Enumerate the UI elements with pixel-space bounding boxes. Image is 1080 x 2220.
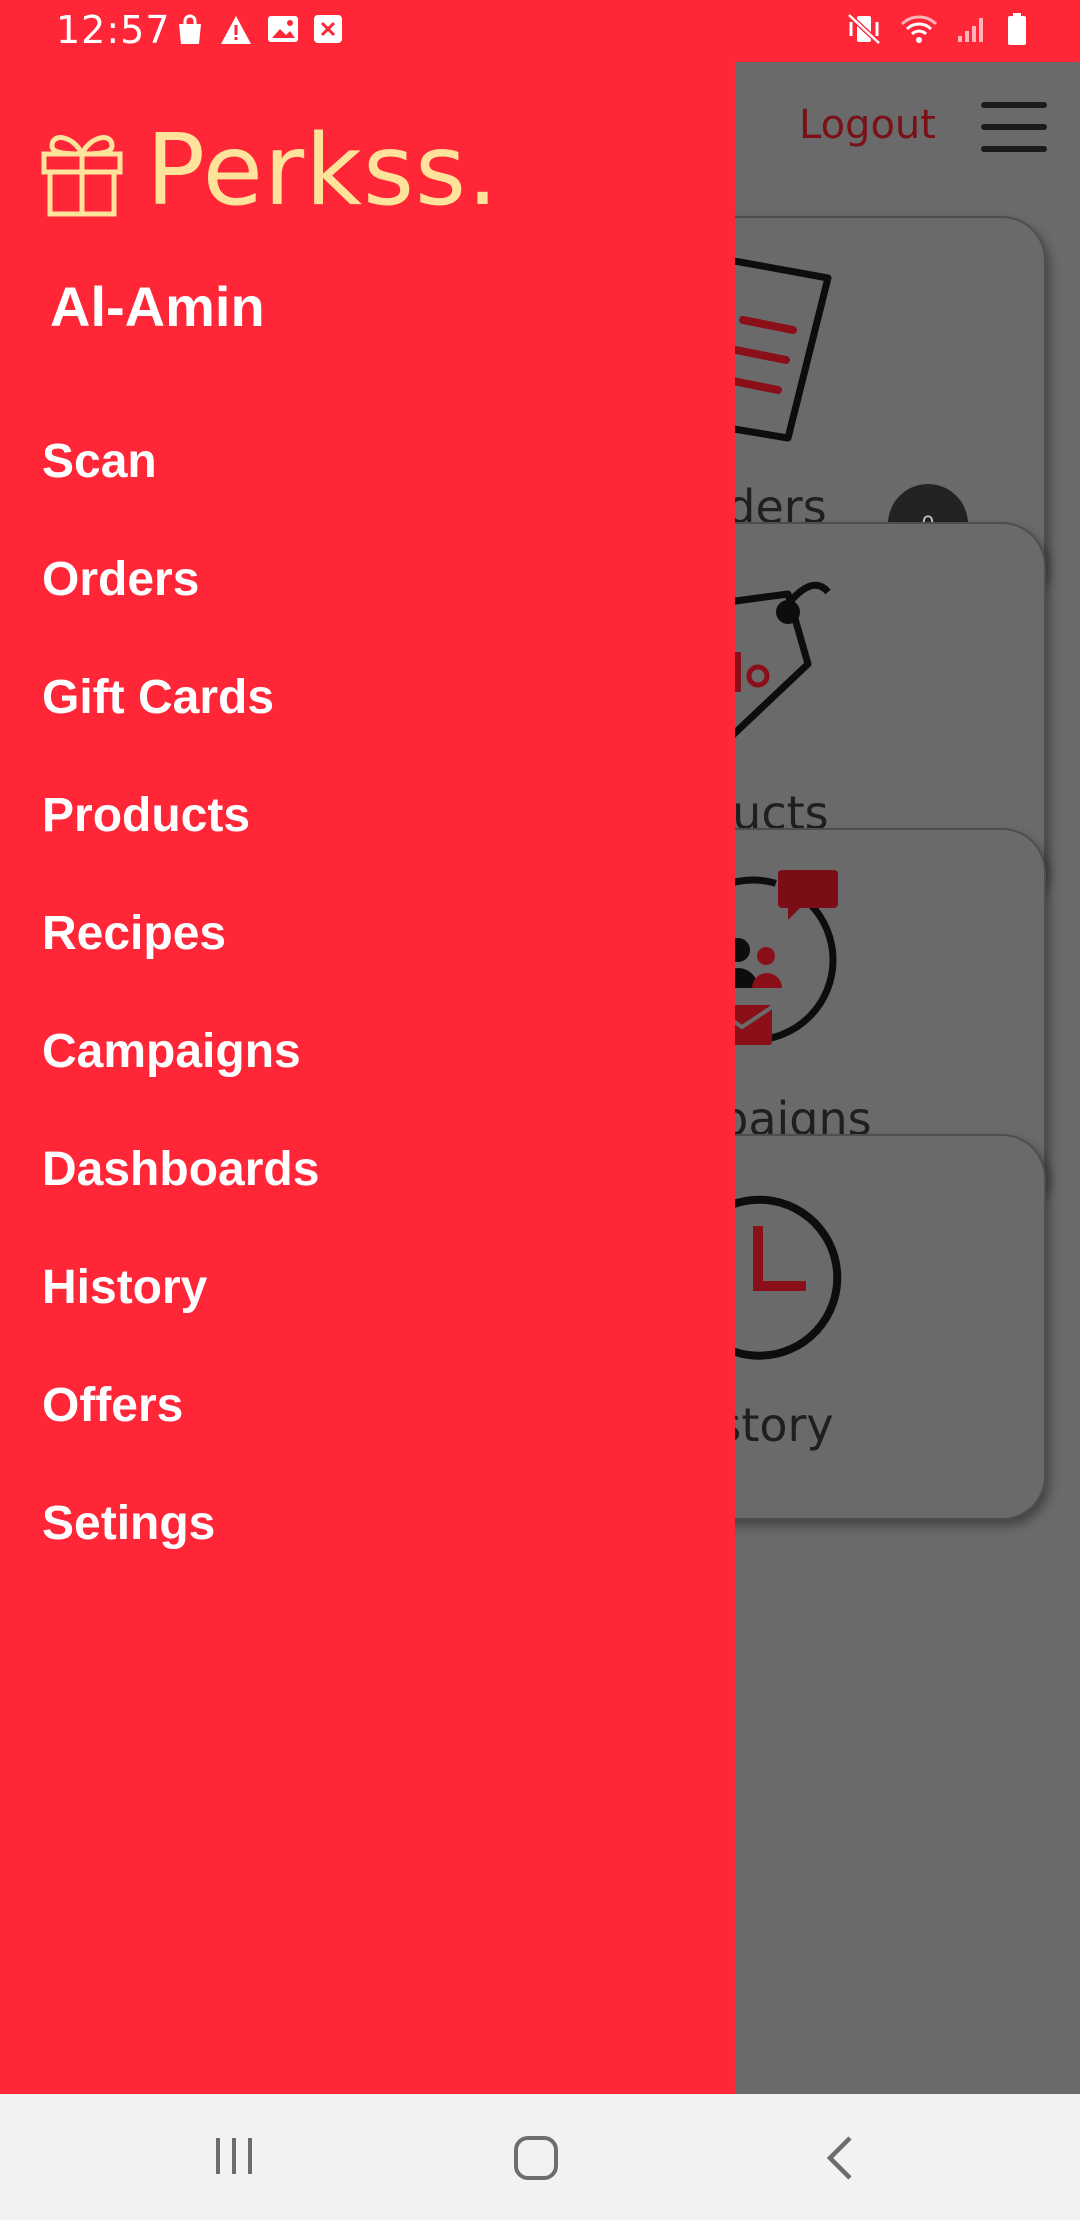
recent-apps-icon[interactable]	[212, 2134, 256, 2178]
home-icon[interactable]	[512, 2134, 560, 2182]
menu-item-orders[interactable]: Orders	[42, 521, 319, 639]
shopping-bag-icon	[179, 14, 201, 44]
menu-item-history[interactable]: History	[42, 1229, 319, 1347]
hamburger-menu-icon[interactable]	[981, 102, 1047, 154]
system-icons	[846, 12, 1028, 46]
wifi-icon	[900, 15, 938, 43]
signal-icon	[958, 18, 983, 42]
vibrate-mute-icon	[847, 13, 881, 45]
back-icon[interactable]	[822, 2134, 858, 2182]
user-name: Al-Amin	[50, 275, 265, 338]
menu-item-products[interactable]: Products	[42, 757, 319, 875]
gift-box-icon	[41, 135, 123, 217]
menu-item-campaigns[interactable]: Campaigns	[42, 993, 319, 1111]
logout-button[interactable]: Logout	[799, 102, 936, 148]
status-time: 12:57	[56, 8, 171, 52]
close-box-icon	[314, 15, 342, 43]
menu-item-dashboards[interactable]: Dashboards	[42, 1111, 319, 1229]
menu-item-scan[interactable]: Scan	[42, 403, 319, 521]
menu-item-recipes[interactable]: Recipes	[42, 875, 319, 993]
status-bar: 12:57	[0, 0, 1080, 62]
drawer-menu: Scan Orders Gift Cards Products Recipes …	[42, 435, 319, 1583]
battery-icon	[1008, 13, 1026, 45]
brand-logo: Perkss.	[40, 114, 499, 228]
image-icon	[268, 16, 298, 42]
navigation-drawer: Perkss. Al-Amin Scan Orders Gift Cards P…	[0, 62, 735, 2094]
menu-item-offers[interactable]: Offers	[42, 1347, 319, 1465]
menu-item-gift-cards[interactable]: Gift Cards	[42, 639, 319, 757]
brand-name: Perkss.	[146, 114, 500, 228]
warning-icon	[221, 16, 251, 44]
notification-icons	[175, 14, 343, 46]
menu-item-settings[interactable]: Setings	[42, 1465, 319, 1583]
system-nav-bar	[0, 2094, 1080, 2220]
